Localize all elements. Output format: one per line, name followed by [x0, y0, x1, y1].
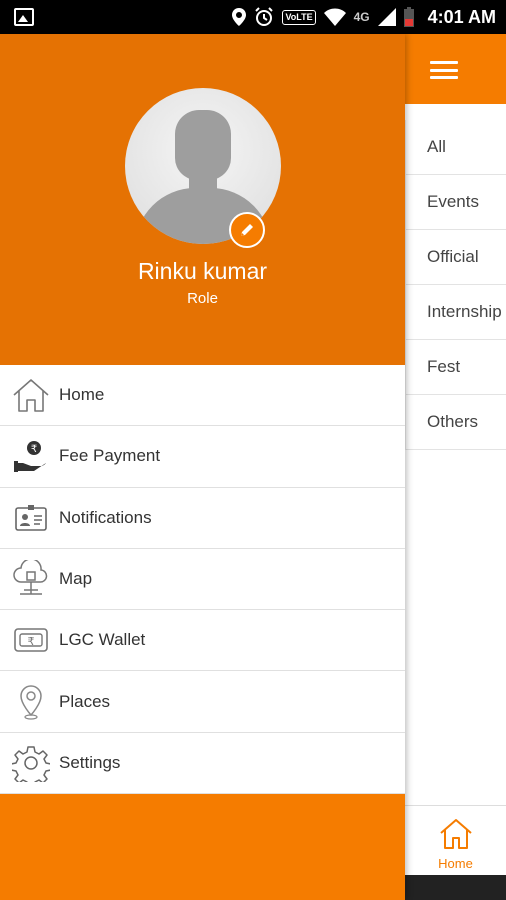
menu-item-label: Places — [59, 691, 111, 711]
navigation-drawer: Rinku kumar Role Home ₹ Fee Payment Noti… — [0, 34, 405, 900]
location-icon — [232, 8, 247, 26]
category-official[interactable]: Official — [406, 230, 506, 285]
svg-text:₹: ₹ — [31, 444, 37, 455]
menu-item-map[interactable]: Map — [0, 549, 405, 611]
image-icon — [14, 8, 34, 26]
menu-item-settings[interactable]: Settings — [0, 733, 405, 795]
category-fest[interactable]: Fest — [406, 340, 506, 395]
category-all[interactable]: All — [406, 120, 506, 175]
bottom-nav-home-label[interactable]: Home — [405, 856, 506, 871]
menu-item-notifications[interactable]: Notifications — [0, 488, 405, 549]
menu-item-fee-payment[interactable]: ₹ Fee Payment — [0, 426, 405, 488]
volte-icon: VoLTE — [282, 9, 316, 25]
menu-item-label: Home — [59, 385, 105, 405]
system-nav-strip — [405, 875, 506, 900]
category-others[interactable]: Others — [406, 395, 506, 450]
bottom-nav: Home — [405, 805, 506, 875]
notifications-icon — [12, 499, 50, 537]
places-icon — [12, 683, 50, 721]
menu-item-places[interactable]: Places — [0, 671, 405, 733]
menu-item-lgc-wallet[interactable]: ₹ LGC Wallet — [0, 610, 405, 672]
drawer-header: Rinku kumar Role — [0, 34, 405, 365]
menu-item-home[interactable]: Home — [0, 365, 405, 427]
home-icon[interactable] — [438, 816, 474, 852]
settings-icon — [12, 744, 50, 782]
user-role: Role — [187, 290, 218, 307]
pencil-icon — [241, 224, 253, 236]
map-icon — [12, 560, 50, 598]
wallet-icon: ₹ — [12, 621, 50, 659]
alarm-icon — [255, 7, 274, 26]
signal-icon — [377, 8, 396, 26]
network-type: 4G — [353, 10, 370, 24]
menu-item-label: Map — [59, 569, 93, 589]
edit-profile-button[interactable] — [229, 212, 265, 248]
menu-item-label: Notifications — [59, 507, 152, 527]
category-internship[interactable]: Internship — [406, 285, 506, 340]
menu-item-label: Settings — [59, 752, 121, 772]
svg-text:₹: ₹ — [28, 635, 35, 648]
wifi-icon — [323, 8, 346, 26]
status-bar: VoLTE 4G 4:01 AM — [0, 0, 506, 34]
drawer-footer — [0, 794, 405, 900]
home-icon — [12, 376, 50, 414]
clock: 4:01 AM — [427, 6, 496, 27]
battery-icon — [403, 7, 414, 27]
fee-payment-icon: ₹ — [12, 437, 50, 475]
drawer-menu: Home ₹ Fee Payment Notifications Map ₹ L… — [0, 365, 405, 795]
app-toolbar — [405, 34, 506, 104]
category-list: All Events Official Internship Fest Othe… — [405, 120, 506, 450]
menu-item-label: Fee Payment — [59, 446, 161, 466]
user-name: Rinku kumar — [137, 258, 268, 284]
menu-icon[interactable] — [430, 61, 458, 79]
menu-item-label: LGC Wallet — [59, 630, 146, 650]
category-events[interactable]: Events — [406, 175, 506, 230]
